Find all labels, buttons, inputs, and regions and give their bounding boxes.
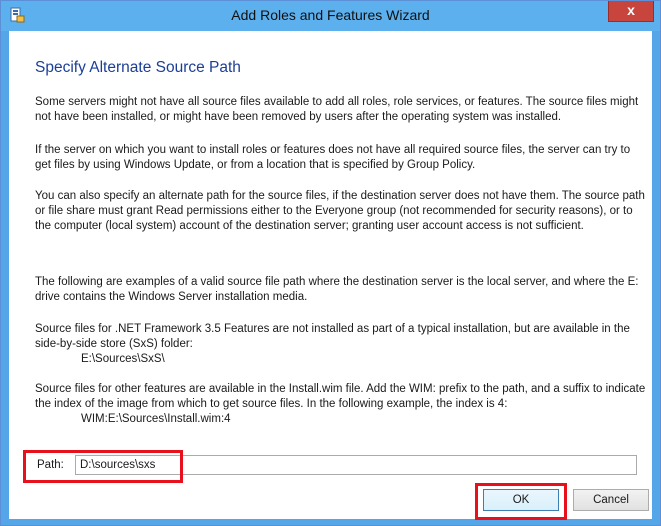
path-highlight-box: [23, 450, 183, 483]
page-heading: Specify Alternate Source Path: [35, 59, 241, 76]
wizard-window: Add Roles and Features Wizard x Specify …: [0, 0, 661, 526]
wim-text: Source files for other features are avai…: [35, 383, 646, 410]
window-title: Add Roles and Features Wizard: [231, 7, 430, 23]
dialog-content: Specify Alternate Source Path Some serve…: [9, 31, 652, 520]
cancel-button[interactable]: Cancel: [573, 489, 649, 511]
close-button[interactable]: x: [608, 1, 654, 22]
paragraph-source-files: Some servers might not have all source f…: [35, 96, 639, 123]
paragraph-alternate-path: You can also specify an alternate path f…: [35, 190, 645, 232]
paragraph-valid-examples: The following are examples of a valid so…: [35, 276, 639, 303]
title-bar[interactable]: Add Roles and Features Wizard x: [1, 1, 660, 31]
paragraph-windows-update: If the server on which you want to insta…: [35, 144, 631, 171]
paragraph-net-framework: Source files for .NET Framework 3.5 Feat…: [35, 322, 647, 367]
wim-example-path: WIM:E:\Sources\Install.wim:4: [81, 413, 231, 425]
sxs-example-path: E:\Sources\SxS\: [81, 353, 165, 365]
paragraph-wim: Source files for other features are avai…: [35, 382, 647, 427]
close-icon: x: [627, 2, 635, 18]
ok-highlight-box: [475, 483, 567, 520]
net-framework-text: Source files for .NET Framework 3.5 Feat…: [35, 323, 630, 350]
